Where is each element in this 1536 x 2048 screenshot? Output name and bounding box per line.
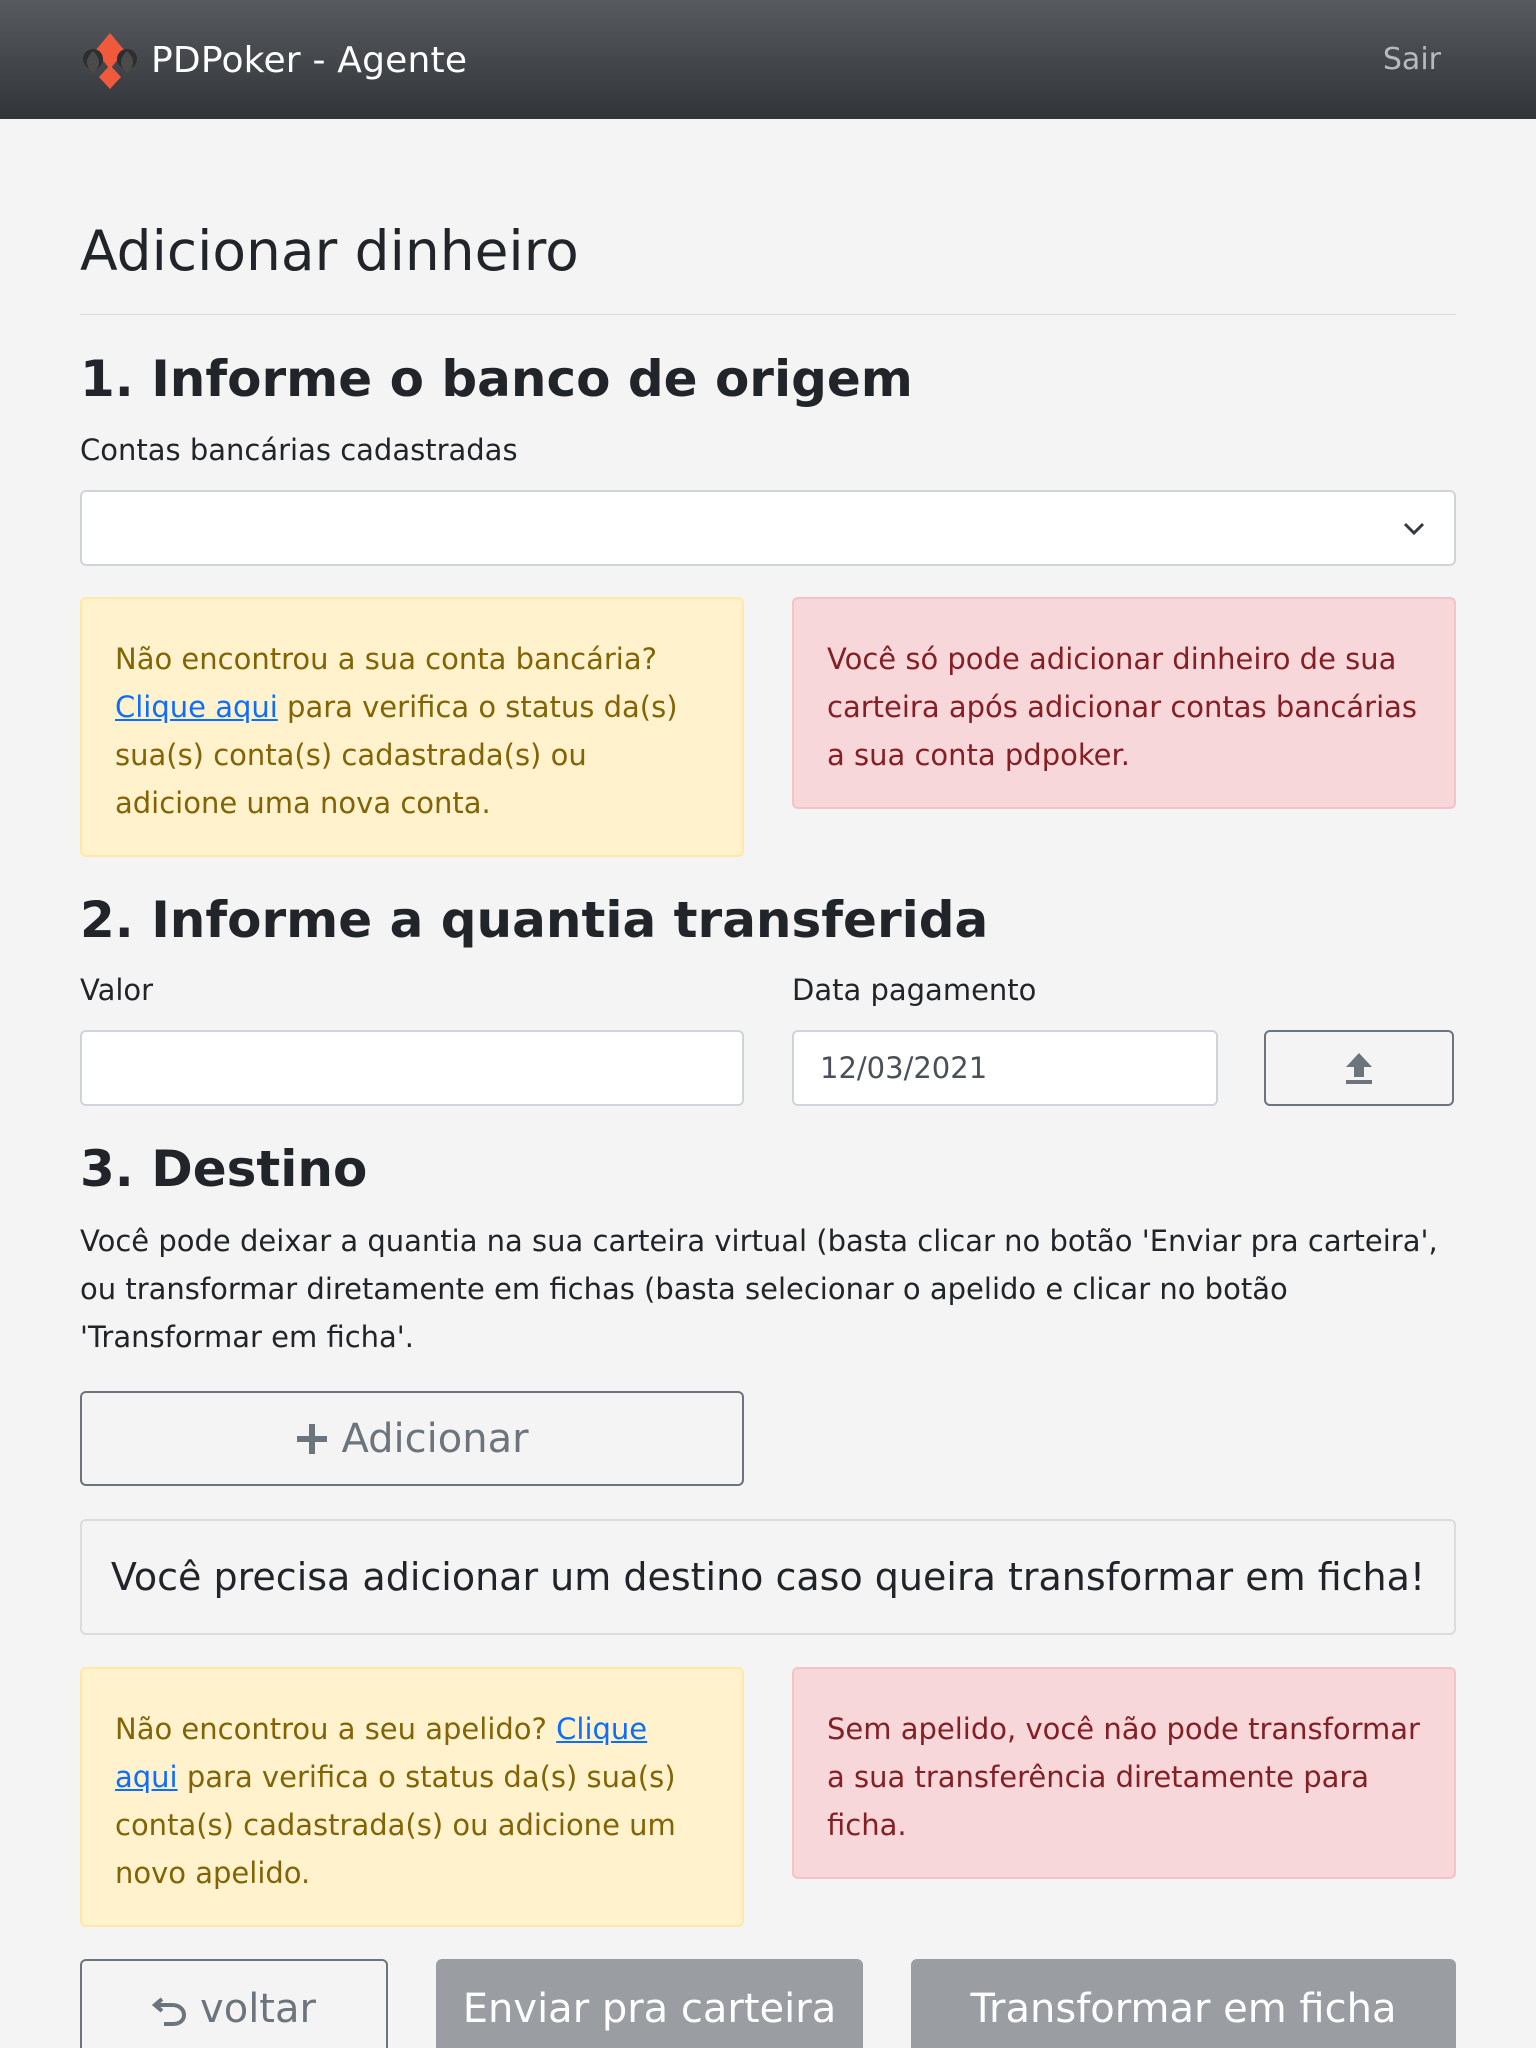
destination-notice-text: Você precisa adicionar um destino caso q… bbox=[110, 1555, 1426, 1599]
transform-to-chip-label: Transformar em ficha bbox=[970, 1986, 1397, 2032]
divider bbox=[80, 314, 1456, 315]
bank-danger-text: Você só pode adicionar dinheiro de sua c… bbox=[827, 642, 1418, 772]
payment-date-input[interactable]: 12/03/2021 bbox=[792, 1030, 1218, 1106]
bank-account-select[interactable] bbox=[80, 490, 1456, 566]
back-button-label: voltar bbox=[200, 1986, 316, 2032]
bank-danger-alert: Você só pode adicionar dinheiro de sua c… bbox=[792, 597, 1456, 809]
brand-name: PDPoker - Agente bbox=[151, 39, 468, 81]
chevron-down-icon bbox=[1403, 522, 1425, 536]
nickname-danger-alert: Sem apelido, você não pode transformar a… bbox=[792, 1667, 1456, 1879]
destination-notice: Você precisa adicionar um destino caso q… bbox=[80, 1519, 1456, 1635]
payment-date-label: Data pagamento bbox=[792, 973, 1037, 1007]
send-to-wallet-button[interactable]: Enviar pra carteira bbox=[436, 1959, 863, 2048]
plus-icon bbox=[297, 1423, 328, 1454]
nickname-warning-text: Não encontrou a seu apelido? bbox=[115, 1712, 547, 1746]
nickname-warning-alert: Não encontrou a seu apelido? Clique aqui… bbox=[80, 1667, 744, 1927]
logout-link[interactable]: Sair bbox=[1383, 42, 1441, 77]
upload-receipt-button[interactable] bbox=[1264, 1030, 1454, 1106]
section-3-heading: 3. Destino bbox=[80, 1140, 368, 1198]
destination-description: Você pode deixar a quantia na sua cartei… bbox=[80, 1224, 1438, 1354]
add-destination-label: Adicionar bbox=[341, 1415, 529, 1462]
nickname-danger-text: Sem apelido, você não pode transformar a… bbox=[827, 1712, 1420, 1842]
upload-icon bbox=[1346, 1053, 1372, 1084]
bank-warning-alert: Não encontrou a sua conta bancária? Cliq… bbox=[80, 597, 744, 857]
navbar: PDPoker - Agente Sair bbox=[0, 0, 1536, 119]
section-1-heading: 1. Informe o banco de origem bbox=[80, 350, 913, 408]
nickname-warning-text-after: para verifica o status da(s) sua(s) cont… bbox=[115, 1760, 676, 1890]
undo-icon bbox=[152, 1997, 187, 2026]
value-label: Valor bbox=[80, 973, 154, 1007]
cards-suits-logo-icon bbox=[83, 33, 137, 89]
value-input[interactable] bbox=[80, 1030, 744, 1106]
page-title: Adicionar dinheiro bbox=[80, 219, 579, 283]
brand[interactable]: PDPoker - Agente bbox=[79, 28, 467, 92]
bank-warning-link[interactable]: Clique aqui bbox=[115, 690, 278, 724]
section-2-heading: 2. Informe a quantia transferida bbox=[80, 891, 989, 949]
send-to-wallet-label: Enviar pra carteira bbox=[462, 1986, 837, 2032]
add-destination-button[interactable]: Adicionar bbox=[80, 1391, 744, 1486]
transform-to-chip-button[interactable]: Transformar em ficha bbox=[911, 1959, 1456, 2048]
bank-warning-text: Não encontrou a sua conta bancária? bbox=[115, 642, 658, 676]
back-button[interactable]: voltar bbox=[80, 1959, 388, 2048]
bank-accounts-label: Contas bancárias cadastradas bbox=[80, 433, 518, 467]
